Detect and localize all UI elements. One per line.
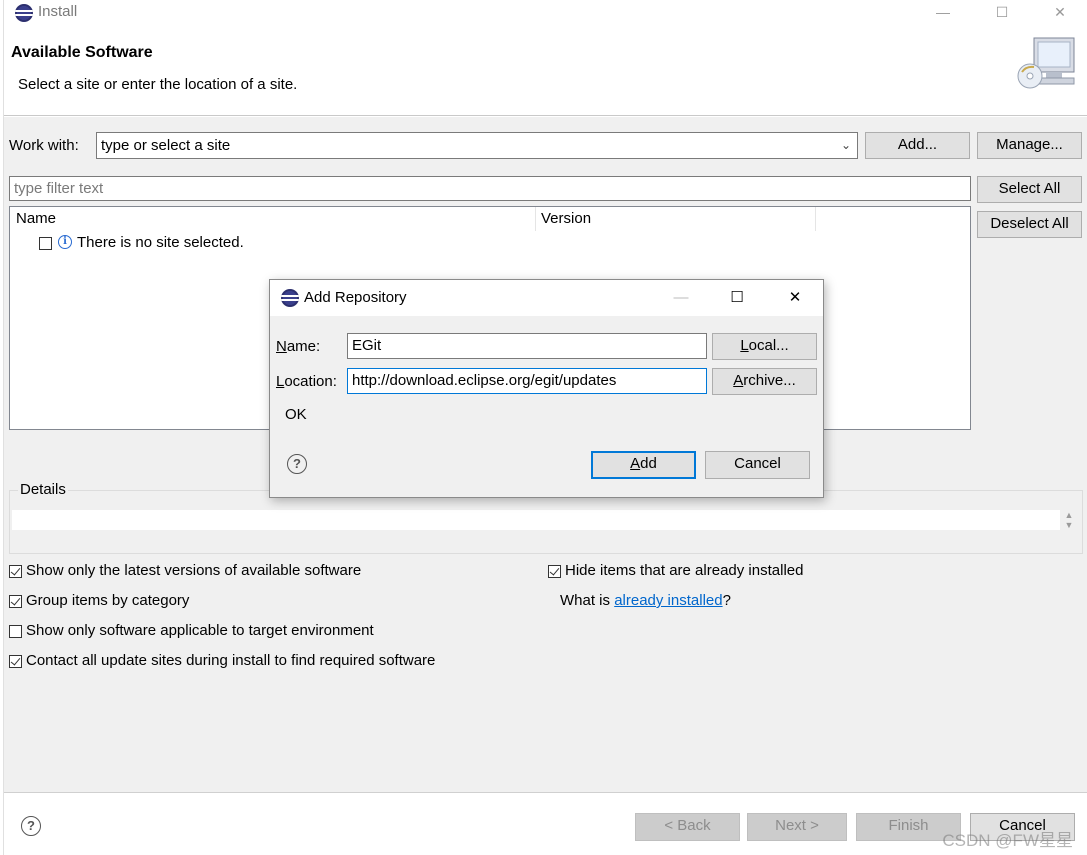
- work-with-value: type or select a site: [101, 137, 231, 154]
- install-banner-icon: [1016, 36, 1078, 96]
- what-is-prefix: What is: [560, 592, 615, 609]
- dialog-cancel-button[interactable]: Cancel: [705, 451, 810, 479]
- local-button[interactable]: Local...: [712, 333, 817, 360]
- what-is-suffix: ?: [722, 592, 731, 609]
- chevron-down-icon[interactable]: ⌄: [841, 133, 851, 158]
- hide-installed-label[interactable]: Hide items that are already installed: [565, 562, 803, 579]
- details-scroll-icon[interactable]: ▲ ▼: [1062, 510, 1076, 532]
- filter-input[interactable]: type filter text: [9, 176, 971, 201]
- wizard-header: [4, 26, 1087, 116]
- group-by-category-checkbox[interactable]: [9, 595, 22, 608]
- show-latest-checkbox[interactable]: [9, 565, 22, 578]
- page-subtitle: Select a site or enter the location of a…: [18, 76, 298, 93]
- add-button[interactable]: Add: [591, 451, 696, 479]
- window-title: Install: [38, 3, 78, 20]
- help-icon[interactable]: ?: [21, 816, 41, 836]
- close-icon[interactable]: ✕: [1050, 3, 1070, 21]
- name-label: Name:: [276, 338, 321, 355]
- maximize-icon[interactable]: ☐: [992, 3, 1012, 21]
- eclipse-logo-icon: [281, 289, 299, 307]
- dialog-status-text: OK: [285, 406, 307, 423]
- work-with-combo[interactable]: type or select a site ⌄: [96, 132, 858, 159]
- details-label: Details: [18, 481, 68, 498]
- window-titlebar: Install — ☐ ✕: [0, 0, 1087, 26]
- table-row-text: There is no site selected.: [77, 234, 244, 251]
- deselect-all-button[interactable]: Deselect All: [977, 211, 1082, 238]
- already-installed-link[interactable]: already installed: [614, 592, 722, 609]
- select-all-button[interactable]: Select All: [977, 176, 1082, 203]
- page-title: Available Software: [11, 44, 153, 61]
- minimize-icon[interactable]: —: [671, 288, 691, 308]
- group-by-category-label[interactable]: Group items by category: [26, 592, 189, 609]
- footer-separator: [4, 792, 1087, 793]
- archive-button[interactable]: Archive...: [712, 368, 817, 395]
- manage-sites-button[interactable]: Manage...: [977, 132, 1082, 159]
- what-is-installed-text: What is already installed?: [560, 592, 731, 609]
- hide-installed-checkbox[interactable]: [548, 565, 561, 578]
- dialog-title: Add Repository: [304, 289, 407, 306]
- contact-sites-label[interactable]: Contact all update sites during install …: [26, 652, 435, 669]
- info-icon: i: [58, 235, 72, 249]
- maximize-icon[interactable]: ☐: [727, 288, 747, 308]
- dialog-titlebar: Add Repository — ☐ ✕: [270, 280, 823, 316]
- watermark-text: CSDN @FW星星: [942, 831, 1073, 850]
- help-icon[interactable]: ?: [287, 454, 307, 474]
- next-button[interactable]: Next >: [747, 813, 847, 841]
- applicable-only-label[interactable]: Show only software applicable to target …: [26, 622, 374, 639]
- back-button[interactable]: < Back: [635, 813, 740, 841]
- work-with-label: Work with:: [9, 137, 79, 154]
- row-checkbox[interactable]: [39, 237, 52, 250]
- close-icon[interactable]: ✕: [785, 288, 805, 308]
- details-text: [12, 510, 1060, 530]
- eclipse-logo-icon: [15, 4, 33, 22]
- table-header-row: [10, 207, 970, 231]
- location-label: Location:: [276, 373, 337, 390]
- repository-location-input[interactable]: http://download.eclipse.org/egit/updates: [347, 368, 707, 394]
- minimize-icon[interactable]: —: [933, 3, 953, 21]
- add-site-button[interactable]: Add...: [865, 132, 970, 159]
- contact-sites-checkbox[interactable]: [9, 655, 22, 668]
- add-repository-dialog: Add Repository — ☐ ✕ Name: EGit Local...…: [269, 279, 824, 498]
- applicable-only-checkbox[interactable]: [9, 625, 22, 638]
- show-latest-label[interactable]: Show only the latest versions of availab…: [26, 562, 361, 579]
- repository-name-input[interactable]: EGit: [347, 333, 707, 359]
